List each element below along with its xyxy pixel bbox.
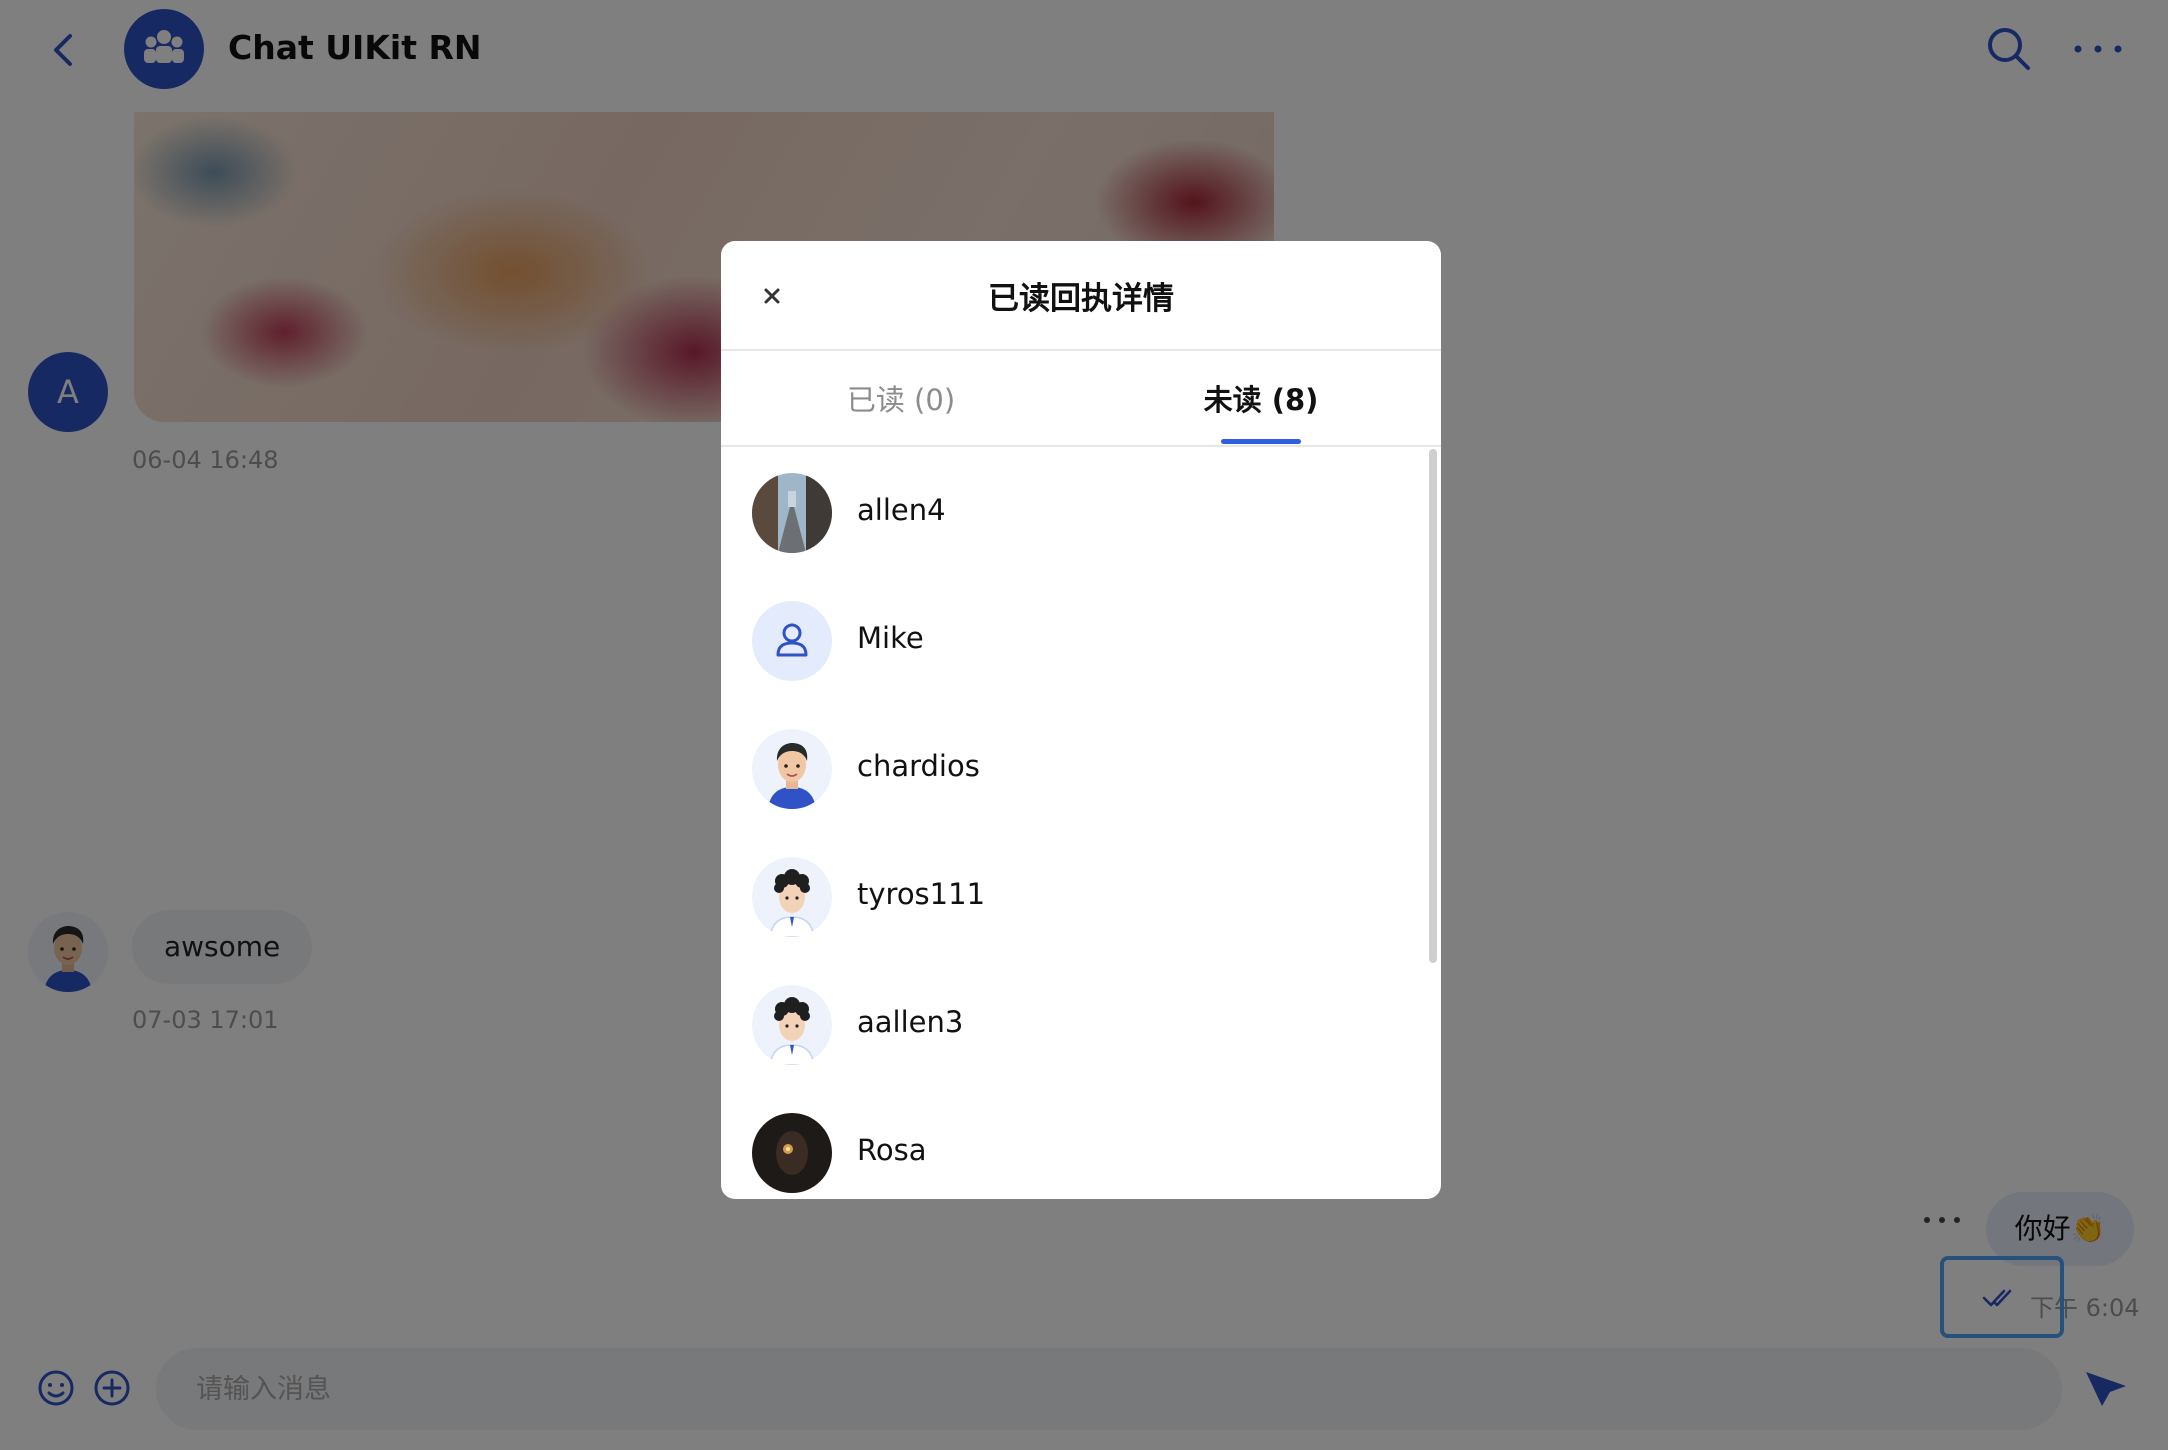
member-name: aallen3	[857, 1005, 964, 1039]
dialog-title: 已读回执详情	[988, 281, 1174, 317]
tab-unread[interactable]: 未读 (8)	[1081, 353, 1441, 447]
member-name: tyros111	[857, 877, 986, 911]
read-receipt-dialog: 已读回执详情 已读 (0) 未读 (8) allen4 Mike chardio…	[721, 241, 1441, 1199]
avatar	[752, 473, 832, 553]
member-name: chardios	[857, 749, 980, 783]
member-list: allen4 Mike chardios tyros111 aallen3 Ro…	[721, 449, 1441, 1199]
list-item[interactable]: tyros111	[721, 833, 1421, 961]
member-name: Rosa	[857, 1133, 927, 1167]
avatar	[752, 729, 832, 809]
list-item[interactable]: chardios	[721, 705, 1421, 833]
avatar	[752, 601, 832, 681]
street-photo-icon	[752, 473, 832, 553]
avatar	[752, 1113, 832, 1193]
list-item[interactable]: Rosa	[721, 1089, 1421, 1199]
cartoon-man-icon	[752, 729, 832, 809]
avatar	[752, 857, 832, 937]
member-name: Mike	[857, 621, 924, 655]
cartoon-curly-hair-icon	[752, 857, 832, 937]
tab-read[interactable]: 已读 (0)	[721, 353, 1081, 447]
active-tab-indicator	[1221, 439, 1301, 444]
dark-photo-icon	[752, 1113, 832, 1193]
avatar	[752, 985, 832, 1065]
list-item[interactable]: allen4	[721, 449, 1421, 577]
member-name: allen4	[857, 493, 946, 527]
list-item[interactable]: Mike	[721, 577, 1421, 705]
dialog-header: 已读回执详情	[721, 241, 1441, 351]
list-scrollbar[interactable]	[1429, 449, 1437, 963]
receipt-tabs: 已读 (0) 未读 (8)	[721, 353, 1441, 447]
person-icon	[752, 601, 832, 681]
list-item[interactable]: aallen3	[721, 961, 1421, 1089]
cartoon-curly-hair-icon	[752, 985, 832, 1065]
